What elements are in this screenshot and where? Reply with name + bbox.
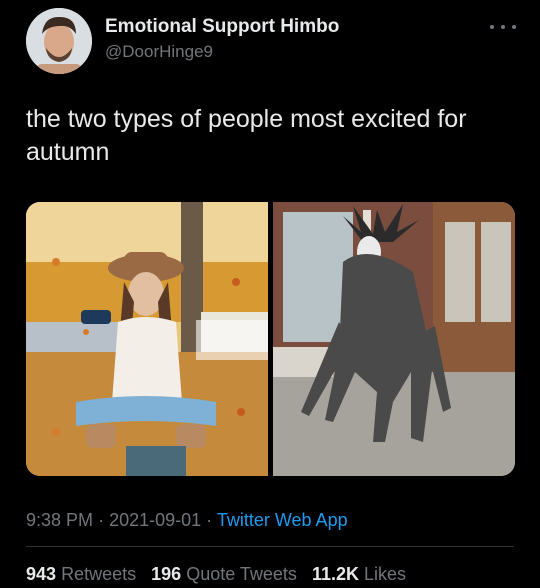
tweet-source[interactable]: Twitter Web App xyxy=(217,510,348,530)
retweets-label: Retweets xyxy=(61,564,137,584)
quote-tweets-label: Quote Tweets xyxy=(186,564,297,584)
quote-tweets-count: 196 xyxy=(151,564,182,584)
tweet-time[interactable]: 9:38 PM xyxy=(26,510,93,530)
likes-label: Likes xyxy=(364,564,407,584)
media-image-autumn-girl[interactable] xyxy=(26,202,268,476)
divider xyxy=(26,546,514,547)
tweet-text: the two types of people most excited for… xyxy=(26,105,467,166)
more-icon[interactable] xyxy=(490,20,516,34)
avatar[interactable] xyxy=(26,8,92,74)
tweet-stats: 943 Retweets 196 Quote Tweets 11.2K Like… xyxy=(26,564,416,585)
likes-count: 11.2K xyxy=(311,564,359,584)
likes-stat[interactable]: 11.2K Likes xyxy=(312,564,406,584)
media-image-creature[interactable] xyxy=(273,202,515,476)
avatar-image xyxy=(26,8,92,74)
tweet-date[interactable]: 2021-09-01 xyxy=(109,510,201,530)
retweets-count: 943 xyxy=(26,564,57,584)
tweet-meta: 9:38 PM · 2021-09-01 · Twitter Web App xyxy=(26,510,348,531)
author-handle[interactable]: @DoorHinge9 xyxy=(105,42,213,62)
quote-tweets-stat[interactable]: 196 Quote Tweets xyxy=(151,564,297,584)
retweets-stat[interactable]: 943 Retweets xyxy=(26,564,136,584)
meta-separator: · xyxy=(98,510,105,530)
meta-separator: · xyxy=(206,510,213,530)
author-name[interactable]: Emotional Support Himbo xyxy=(105,16,339,38)
tweet-media xyxy=(26,202,515,476)
